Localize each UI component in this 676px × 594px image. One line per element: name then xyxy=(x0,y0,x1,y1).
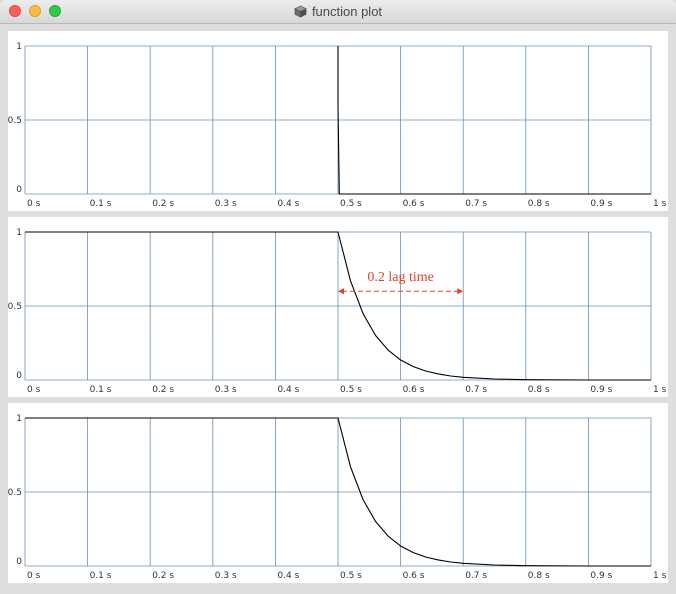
y-tick-label: 0.5 xyxy=(8,116,22,126)
x-tick-label: 0.7 s xyxy=(465,199,487,209)
x-tick-label: 0.2 s xyxy=(152,385,174,395)
x-tick-label: 0.4 s xyxy=(277,571,299,581)
x-tick-label: 0.3 s xyxy=(215,571,237,581)
x-tick-label: 1 s xyxy=(653,571,667,581)
x-tick-label: 0.3 s xyxy=(215,199,237,209)
x-tick-label: 0 s xyxy=(27,199,41,209)
x-tick-label: 0.4 s xyxy=(277,385,299,395)
x-tick-label: 0.1 s xyxy=(90,571,112,581)
y-tick-label: 0.5 xyxy=(8,488,22,498)
x-tick-label: 0.4 s xyxy=(277,199,299,209)
x-tick-label: 0.9 s xyxy=(590,385,612,395)
y-tick-label: 1 xyxy=(16,228,22,238)
y-tick-label: 1 xyxy=(16,42,22,52)
x-tick-label: 0.6 s xyxy=(403,199,425,209)
x-tick-label: 0.8 s xyxy=(528,571,550,581)
x-tick-label: 0.5 s xyxy=(340,571,362,581)
x-tick-label: 1 s xyxy=(653,199,667,209)
x-tick-label: 0.9 s xyxy=(590,199,612,209)
chart-3: 0 s 0.1 s 0.2 s 0.3 s 0.4 s 0.5 s 0.6 s 0.7 s 0.… xyxy=(8,403,668,583)
y-tick-label: 0 xyxy=(16,557,22,567)
x-tick-label: 0.5 s xyxy=(340,199,362,209)
y-tick-label: 1 xyxy=(16,414,22,424)
x-tick-label: 0.2 s xyxy=(152,571,174,581)
y-tick-label: 0 xyxy=(16,371,22,381)
annotation-label: 0.2 lag time xyxy=(367,270,434,285)
x-tick-label: 0.6 s xyxy=(403,571,425,581)
chart-2: 0 s 0.1 s 0.2 s 0.3 s 0.4 s 0.5 s 0.6 s 0.7 s 0.… xyxy=(8,217,668,397)
x-tick-label: 0.7 s xyxy=(465,385,487,395)
y-tick-label: 0.5 xyxy=(8,302,22,312)
x-tick-label: 0.5 s xyxy=(340,385,362,395)
x-tick-label: 0.1 s xyxy=(90,385,112,395)
x-tick-label: 0.2 s xyxy=(152,199,174,209)
x-tick-label: 0.9 s xyxy=(590,571,612,581)
chart-1: 0 s 0.1 s 0.2 s 0.3 s 0.4 s 0.5 s 0.6 s 0.7 s 0.… xyxy=(8,31,668,211)
y-tick-label: 0 xyxy=(16,185,22,195)
x-tick-label: 0 s xyxy=(27,385,41,395)
x-tick-label: 0 s xyxy=(27,571,41,581)
x-tick-label: 0.8 s xyxy=(528,385,550,395)
app-window: function plot 0 s 0.1 s 0.2 s 0.3 s 0.4 s 0.5… xyxy=(0,0,676,594)
x-tick-label: 0.1 s xyxy=(90,199,112,209)
x-tick-label: 0.8 s xyxy=(528,199,550,209)
x-tick-label: 1 s xyxy=(653,385,667,395)
x-tick-label: 0.7 s xyxy=(465,571,487,581)
x-tick-label: 0.6 s xyxy=(403,385,425,395)
plots-area: 0 s 0.1 s 0.2 s 0.3 s 0.4 s 0.5 s 0.6 s 0.7 s 0.… xyxy=(8,31,668,583)
x-tick-label: 0.3 s xyxy=(215,385,237,395)
